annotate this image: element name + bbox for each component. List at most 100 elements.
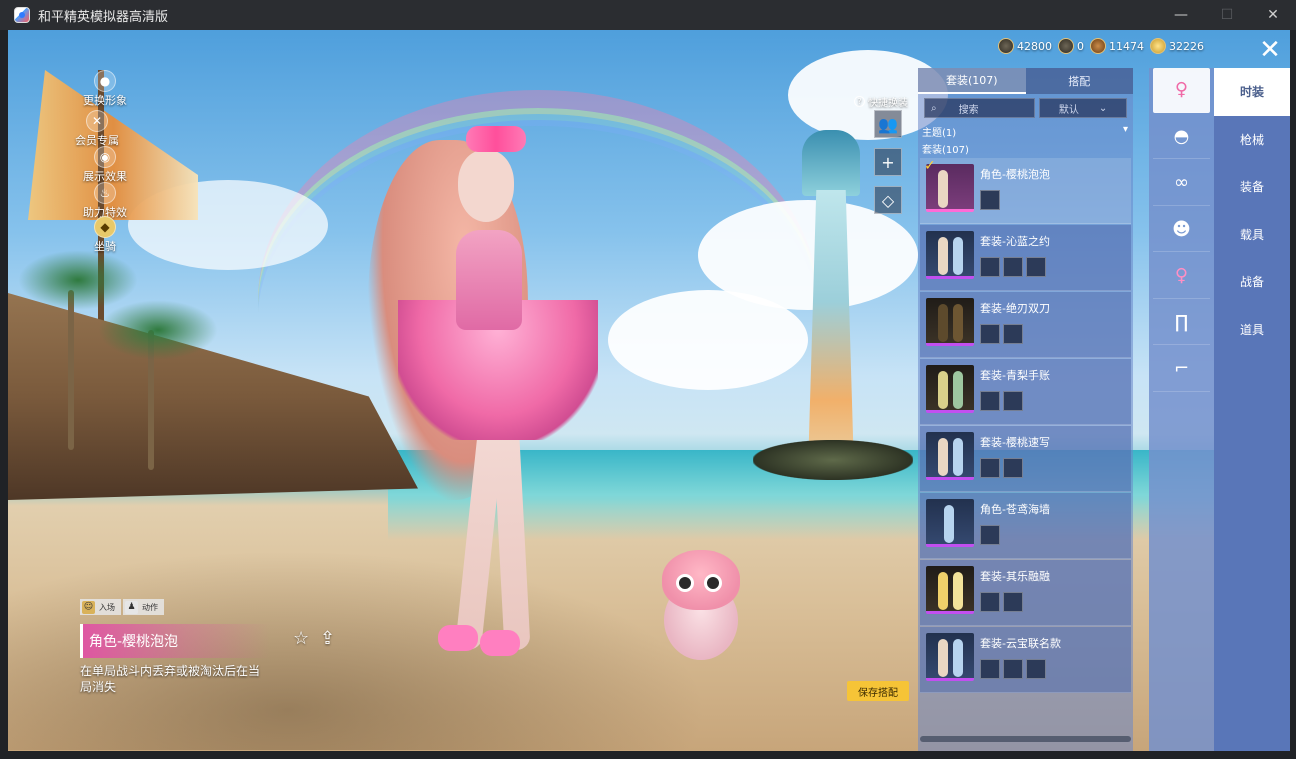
diamond-icon[interactable]: ◇ (874, 186, 902, 214)
list-item[interactable]: 套装-青梨手账 (920, 359, 1131, 425)
list-item[interactable]: 套装-沁蓝之约 (920, 225, 1131, 291)
search-input[interactable]: ⌕ 搜索 (924, 98, 1036, 118)
category-column: 时装 枪械 装备 载具 战备 道具 (1214, 68, 1290, 751)
list-item[interactable]: 套装-其乐融融 (920, 560, 1131, 626)
palm-tree (68, 290, 74, 450)
sort-dropdown[interactable]: 默认 ⌄ (1039, 98, 1127, 118)
search-placeholder: 搜索 (958, 104, 979, 116)
cloud (608, 290, 808, 390)
character-bow (466, 126, 526, 152)
currency-item[interactable]: 0 (1058, 38, 1084, 54)
list-item[interactable]: ✓ 角色-樱桃泡泡 (920, 158, 1131, 224)
title-bar: 和平精英模拟器高清版 — ☐ ✕ (0, 0, 1296, 30)
outfit-list-panel: 套装(107) 搭配 ⌕ 搜索 默认 ⌄ 主题(1) ▾ 套装(107) ✓ 角… (918, 68, 1133, 751)
emblem-icon: ◆ (94, 216, 116, 238)
hat-icon[interactable]: ◓ (1153, 115, 1210, 159)
outfit-parts (980, 525, 1000, 545)
part-icon[interactable] (1003, 659, 1023, 679)
theme-filter[interactable]: 主题(1) ▾ (922, 124, 1128, 139)
part-icon[interactable] (1026, 257, 1046, 277)
list-item[interactable]: 套装-绝刃双刀 (920, 292, 1131, 358)
outfit-thumbnail (926, 566, 974, 614)
outfit-title: 套装-绝刃双刀 (980, 302, 1050, 315)
face-icon[interactable]: ☻ (1153, 208, 1210, 252)
part-icon[interactable] (980, 257, 1000, 277)
category-guns[interactable]: 枪械 (1214, 116, 1290, 164)
part-icon[interactable] (1003, 257, 1023, 277)
category-gear[interactable]: 战备 (1214, 258, 1290, 306)
part-icon[interactable] (1003, 324, 1023, 344)
currency-item[interactable]: 42800 (998, 38, 1052, 54)
outfit-description: 在单局战斗内丢弃或被淘汰后在当局消失 (80, 664, 261, 694)
character-shoe (438, 625, 478, 651)
list-item[interactable]: 套装-樱桃速写 (920, 426, 1131, 492)
quick-swap[interactable]: ? 快捷换装 (854, 94, 908, 109)
category-equipment[interactable]: 装备 (1214, 163, 1290, 211)
part-icon[interactable] (980, 324, 1000, 344)
character-model[interactable] (338, 120, 638, 660)
outfit-parts (980, 592, 1023, 612)
character-icon[interactable]: ♀ (1153, 68, 1210, 113)
lighthouse (796, 130, 866, 470)
outfit-title: 套装-其乐融融 (980, 570, 1050, 583)
add-icon[interactable]: + (874, 148, 902, 176)
coin-gold-icon (1150, 38, 1166, 54)
outfit-figures-icon[interactable]: 👥 (874, 110, 902, 138)
window-title: 和平精英模拟器高清版 (38, 9, 169, 25)
glasses-icon[interactable]: ∞ (1153, 161, 1210, 206)
part-icon[interactable] (980, 190, 1000, 210)
outfit-thumbnail (926, 499, 974, 547)
action-chip[interactable]: ♟ 动作 (123, 599, 164, 615)
outfit-title: 角色-苍鸢海墙 (980, 503, 1050, 516)
currency-item[interactable]: 32226 (1150, 38, 1204, 54)
category-props[interactable]: 道具 (1214, 306, 1290, 354)
rock (753, 440, 913, 480)
part-icon[interactable] (980, 391, 1000, 411)
part-icon[interactable] (980, 659, 1000, 679)
part-icon[interactable] (1026, 659, 1046, 679)
part-icon[interactable] (980, 525, 1000, 545)
favorite-icon[interactable]: ☆ (293, 628, 309, 649)
sort-label: 默认 (1058, 104, 1079, 116)
tab-outfits[interactable]: 套装(107) (918, 68, 1026, 94)
maximize-button[interactable]: ☐ (1204, 0, 1250, 30)
list-item[interactable]: 套装-云宝联名款 (920, 627, 1131, 693)
save-outfit-button[interactable]: 保存搭配 (847, 681, 909, 701)
part-icon[interactable] (1003, 391, 1023, 411)
part-icon[interactable] (1003, 592, 1023, 612)
pants-icon[interactable]: ∏ (1153, 301, 1210, 345)
shoes-icon[interactable]: ⌐ (1153, 347, 1210, 392)
outfit-thumbnail (926, 633, 974, 681)
currency-value: 42800 (1017, 39, 1052, 53)
action-chips: ☺ 入场 ♟ 动作 (80, 599, 164, 615)
pet-companion[interactable] (658, 550, 744, 662)
close-window-button[interactable]: ✕ (1250, 0, 1296, 30)
part-icon[interactable] (980, 458, 1000, 478)
panel-tabs: 套装(107) 搭配 (918, 68, 1133, 94)
category-vehicles[interactable]: 载具 (1214, 211, 1290, 259)
outfit-parts (980, 391, 1023, 411)
minimize-button[interactable]: — (1158, 0, 1204, 30)
outfit-icon[interactable]: ♀ (1153, 254, 1210, 299)
part-icon[interactable] (1003, 458, 1023, 478)
tab-combos[interactable]: 搭配 (1026, 68, 1134, 94)
app-window: 和平精英模拟器高清版 — ☐ ✕ ● 更换形象 ✕ 会员专属 ◉ 展示效果 ♨ … (0, 0, 1296, 759)
part-icon[interactable] (980, 592, 1000, 612)
eye-icon: ◉ (94, 146, 116, 168)
share-icon[interactable]: ⇪ (320, 628, 335, 649)
currency-item[interactable]: 11474 (1090, 38, 1144, 54)
menu-emblem[interactable]: ◆ 坐骑 (68, 216, 158, 260)
list-scrollbar[interactable] (920, 736, 1131, 742)
currency-value: 11474 (1109, 39, 1144, 53)
list-item[interactable]: 角色-苍鸢海墙 (920, 493, 1131, 559)
outfit-parts (980, 659, 1046, 679)
category-fashion[interactable]: 时装 (1214, 68, 1290, 116)
close-icon[interactable]: ✕ (1254, 36, 1286, 64)
outfit-parts (980, 190, 1000, 210)
menu-change-avatar[interactable]: ● 更换形象 (68, 70, 158, 114)
pet-head (662, 550, 740, 610)
currency-bar: 42800 0 11474 32226 (998, 38, 1204, 54)
pet-eye (704, 574, 722, 592)
entrance-chip[interactable]: ☺ 入场 (80, 599, 121, 615)
window-controls: — ☐ ✕ (1158, 0, 1296, 30)
